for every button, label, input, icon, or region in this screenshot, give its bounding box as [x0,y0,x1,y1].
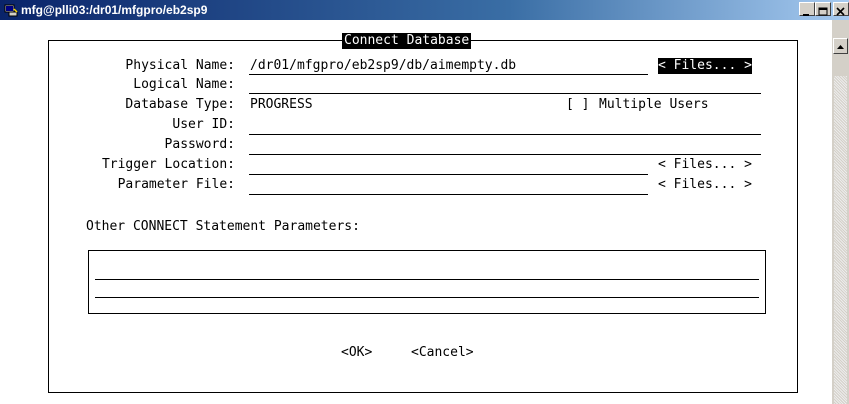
physical-name-label: Physical Name: [125,58,235,73]
database-type-value[interactable]: PROGRESS [250,97,313,113]
user-id-underline [249,134,761,135]
ok-button[interactable]: <OK> [341,345,372,361]
scrollbar-track[interactable] [834,76,847,404]
trigger-location-label: Trigger Location: [101,157,235,172]
other-parameters-label: Other CONNECT Statement Parameters: [86,219,360,234]
password-label: Password: [164,137,235,152]
scroll-up-button[interactable] [833,38,848,54]
title-bar[interactable]: mfg@plli03:/dr01/mfgpro/eb2sp9 [0,0,849,20]
scroll-up-arrow-icon [837,45,844,49]
database-type-label: Database Type: [125,97,235,112]
minimize-button[interactable] [799,2,815,16]
terminal-screen: Connect Database Physical Name: /dr01/mf… [0,20,832,404]
parameter-file-label: Parameter File: [117,177,235,192]
parameter-file-files-button[interactable]: < Files... > [658,177,752,193]
user-id-label: User ID: [172,117,235,132]
trigger-location-files-button[interactable]: < Files... > [658,157,752,173]
physical-name-underline [249,74,648,75]
dialog-title: Connect Database [342,33,472,49]
minimize-icon [803,14,809,16]
physical-name-field[interactable]: /dr01/mfgpro/eb2sp9/db/aimempty.db [250,58,516,74]
close-button[interactable] [833,2,849,16]
logical-name-label: Logical Name: [133,77,235,92]
close-icon [836,7,845,16]
other-parameters-line-1[interactable] [95,279,759,280]
cancel-button[interactable]: <Cancel> [411,345,474,361]
maximize-button[interactable] [815,2,831,16]
vertical-scrollbar[interactable] [832,20,849,404]
physical-name-files-button[interactable]: < Files... > [658,58,752,74]
logical-name-underline [249,93,761,94]
trigger-location-underline [249,174,648,175]
password-underline [249,154,761,155]
other-parameters-box[interactable] [88,250,766,314]
multiple-users-checkbox[interactable]: [ ] [566,97,589,113]
multiple-users-label: Multiple Users [599,97,709,112]
window-title: mfg@plli03:/dr01/mfgpro/eb2sp9 [21,3,208,17]
maximize-icon [818,7,828,16]
other-parameters-line-2[interactable] [95,297,759,298]
terminal-app-icon [4,4,18,17]
parameter-file-underline [249,194,648,195]
